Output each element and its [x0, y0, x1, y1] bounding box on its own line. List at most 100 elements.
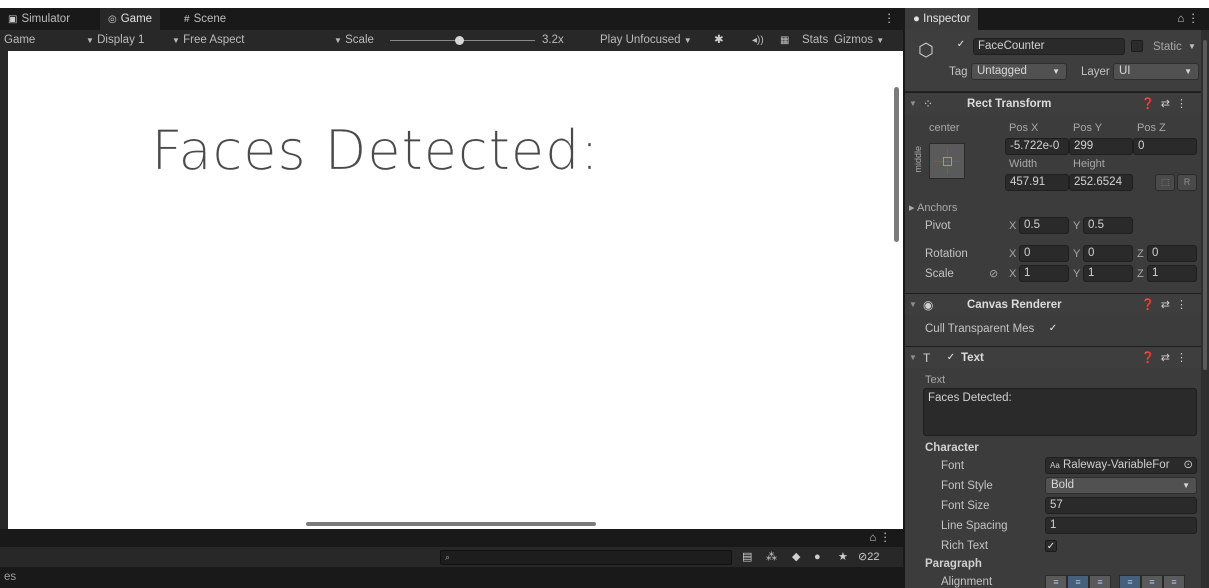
display-dropdown[interactable]: ▼ Display 1: [86, 30, 144, 51]
scale-slider-handle[interactable]: [455, 36, 464, 45]
chevron-down-icon: ▼: [172, 36, 180, 45]
inspector-scrollbar[interactable]: [1201, 30, 1209, 588]
hidden-objects-icon[interactable]: ⊘22: [858, 547, 879, 567]
rot-x-field[interactable]: 0: [1019, 245, 1069, 262]
component-tools[interactable]: ❓⇄⋮: [1141, 93, 1193, 115]
info-icon[interactable]: ●: [814, 547, 821, 567]
align-middle-button[interactable]: ≡: [1141, 575, 1163, 588]
font-style-dropdown[interactable]: Bold ▼: [1045, 477, 1197, 494]
link-icon[interactable]: ⊘: [989, 266, 998, 282]
viewport-horizontal-scrollbar[interactable]: [306, 522, 596, 526]
chevron-down-icon: ▼: [1182, 481, 1190, 490]
lock-icon[interactable]: ⌂ ⋮: [869, 529, 891, 547]
align-bottom-button[interactable]: ≡: [1163, 575, 1185, 588]
height-field[interactable]: 252.6524: [1069, 174, 1133, 191]
active-checkbox[interactable]: ✓: [955, 39, 967, 51]
stats-button[interactable]: Stats: [802, 30, 828, 51]
pos-y-field[interactable]: 299: [1069, 138, 1133, 155]
gizmos-dropdown[interactable]: Gizmos ▼: [834, 30, 884, 51]
font-value: Raleway-VariableFor: [1063, 459, 1170, 471]
rich-text-checkbox[interactable]: ✓: [1045, 540, 1057, 552]
align-right-button[interactable]: ≡: [1089, 575, 1111, 588]
width-field[interactable]: 457.91: [1005, 174, 1069, 191]
text-enabled-checkbox[interactable]: ✓: [945, 352, 957, 364]
console-hierarchy-icon[interactable]: ⁂: [766, 547, 777, 567]
info-icon: ●: [913, 13, 920, 25]
scale-label: Scale: [925, 268, 954, 280]
layer-dropdown[interactable]: UI ▼: [1113, 63, 1199, 80]
console-search-input[interactable]: ⌕: [440, 550, 732, 565]
scale-x-field[interactable]: 1: [1019, 265, 1069, 282]
tag-icon[interactable]: ◆: [792, 547, 800, 567]
tab-game[interactable]: ◎ Game: [100, 8, 161, 30]
object-name-field[interactable]: FaceCounter: [973, 38, 1125, 55]
chevron-down-icon[interactable]: ▼: [909, 347, 917, 369]
tab-simulator[interactable]: ▣ Simulator: [0, 8, 78, 30]
height-label: Height: [1073, 158, 1105, 170]
pos-x-field[interactable]: -5.722e-0: [1005, 138, 1069, 155]
text-component-header[interactable]: ▼ T ✓ Text ❓⇄⋮: [905, 346, 1201, 368]
component-tools[interactable]: ❓⇄⋮: [1141, 294, 1193, 316]
faces-detected-text: Faces Detected:: [151, 119, 600, 182]
more-menu-icon[interactable]: ⋮: [884, 8, 896, 30]
font-field[interactable]: Aa Raleway-VariableFor ⊙: [1045, 457, 1197, 474]
rot-y-field[interactable]: 0: [1083, 245, 1133, 262]
scale-y-field[interactable]: 1: [1083, 265, 1133, 282]
bug-icon[interactable]: ✱: [714, 30, 724, 51]
inspector-tabbar: ● Inspector ⌂ ⋮: [905, 8, 1209, 30]
align-top-button[interactable]: ≡: [1119, 575, 1141, 588]
aspect-dropdown[interactable]: ▼ Free Aspect: [172, 30, 245, 51]
object-picker-icon[interactable]: ⊙: [1183, 458, 1193, 473]
text-icon: T: [923, 351, 931, 365]
viewport-vertical-scrollbar[interactable]: [894, 87, 899, 242]
play-mode-dropdown[interactable]: Play Unfocused ▼: [600, 30, 692, 51]
console-filter-icon[interactable]: ▤: [742, 547, 752, 567]
tag-dropdown[interactable]: Untagged ▼: [971, 63, 1067, 80]
keyboard-icon[interactable]: ▦: [780, 30, 789, 51]
simulator-icon: ▣: [8, 14, 18, 25]
tab-inspector[interactable]: ● Inspector: [905, 8, 979, 30]
scale-label-text: Scale: [345, 34, 374, 46]
text-content-area[interactable]: Faces Detected:: [923, 388, 1197, 436]
star-icon[interactable]: ★: [838, 547, 848, 567]
game-viewport[interactable]: Faces Detected:: [8, 51, 903, 529]
rot-z-field[interactable]: 0: [1147, 245, 1197, 262]
rich-text-label: Rich Text: [941, 540, 989, 552]
anchor-preset-button[interactable]: [929, 143, 965, 179]
anchors-foldout[interactable]: ▸ Anchors: [909, 200, 957, 216]
scale-z-axis-label: Z: [1137, 268, 1144, 280]
pivot-y-field[interactable]: 0.5: [1083, 217, 1133, 234]
rect-transform-icon: ⁘: [923, 97, 934, 111]
chevron-down-icon[interactable]: ▼: [909, 93, 917, 115]
font-size-field[interactable]: 57: [1045, 497, 1197, 514]
align-left-button[interactable]: ≡: [1045, 575, 1067, 588]
rot-x-axis-label: X: [1009, 248, 1017, 260]
scale-value: 3.2x: [542, 34, 564, 46]
audio-mute-icon[interactable]: ◂)): [752, 30, 764, 51]
pos-y-label: Pos Y: [1073, 122, 1103, 134]
rect-transform-header[interactable]: ▼ ⁘ Rect Transform ❓⇄⋮: [905, 92, 1201, 114]
tab-scene[interactable]: # Scene: [176, 8, 234, 30]
static-checkbox[interactable]: [1131, 40, 1143, 52]
component-tools[interactable]: ❓⇄⋮: [1141, 347, 1193, 369]
font-label: Font: [941, 460, 965, 472]
chevron-down-icon[interactable]: ▼: [1188, 39, 1196, 55]
cull-transparent-checkbox[interactable]: ✓: [1047, 323, 1059, 335]
pivot-x-field[interactable]: 0.5: [1019, 217, 1069, 234]
scale-z-field[interactable]: 1: [1147, 265, 1197, 282]
play-mode-label: Play Unfocused: [600, 34, 681, 46]
align-center-button[interactable]: ≡: [1067, 575, 1089, 588]
pos-z-field[interactable]: 0: [1133, 138, 1197, 155]
blueprint-mode-button[interactable]: ⬚: [1155, 174, 1175, 191]
line-spacing-field[interactable]: 1: [1045, 517, 1197, 534]
chevron-down-icon[interactable]: ▼: [909, 294, 917, 316]
rotation-label: Rotation: [925, 248, 968, 260]
tab-scene-label: Scene: [193, 13, 227, 25]
inspector-scroll-thumb[interactable]: [1203, 40, 1207, 370]
mode-dropdown[interactable]: Game: [4, 30, 35, 51]
raw-edit-button[interactable]: R: [1177, 174, 1197, 191]
inspector-panel: ● Inspector ⌂ ⋮ ⬡ ✓ FaceCounter Static ▼…: [905, 8, 1209, 588]
text-field-label: Text: [925, 374, 946, 386]
canvas-renderer-header[interactable]: ▼ ◉ Canvas Renderer ❓⇄⋮: [905, 293, 1201, 315]
lock-icon[interactable]: ⌂ ⋮: [1177, 8, 1199, 30]
